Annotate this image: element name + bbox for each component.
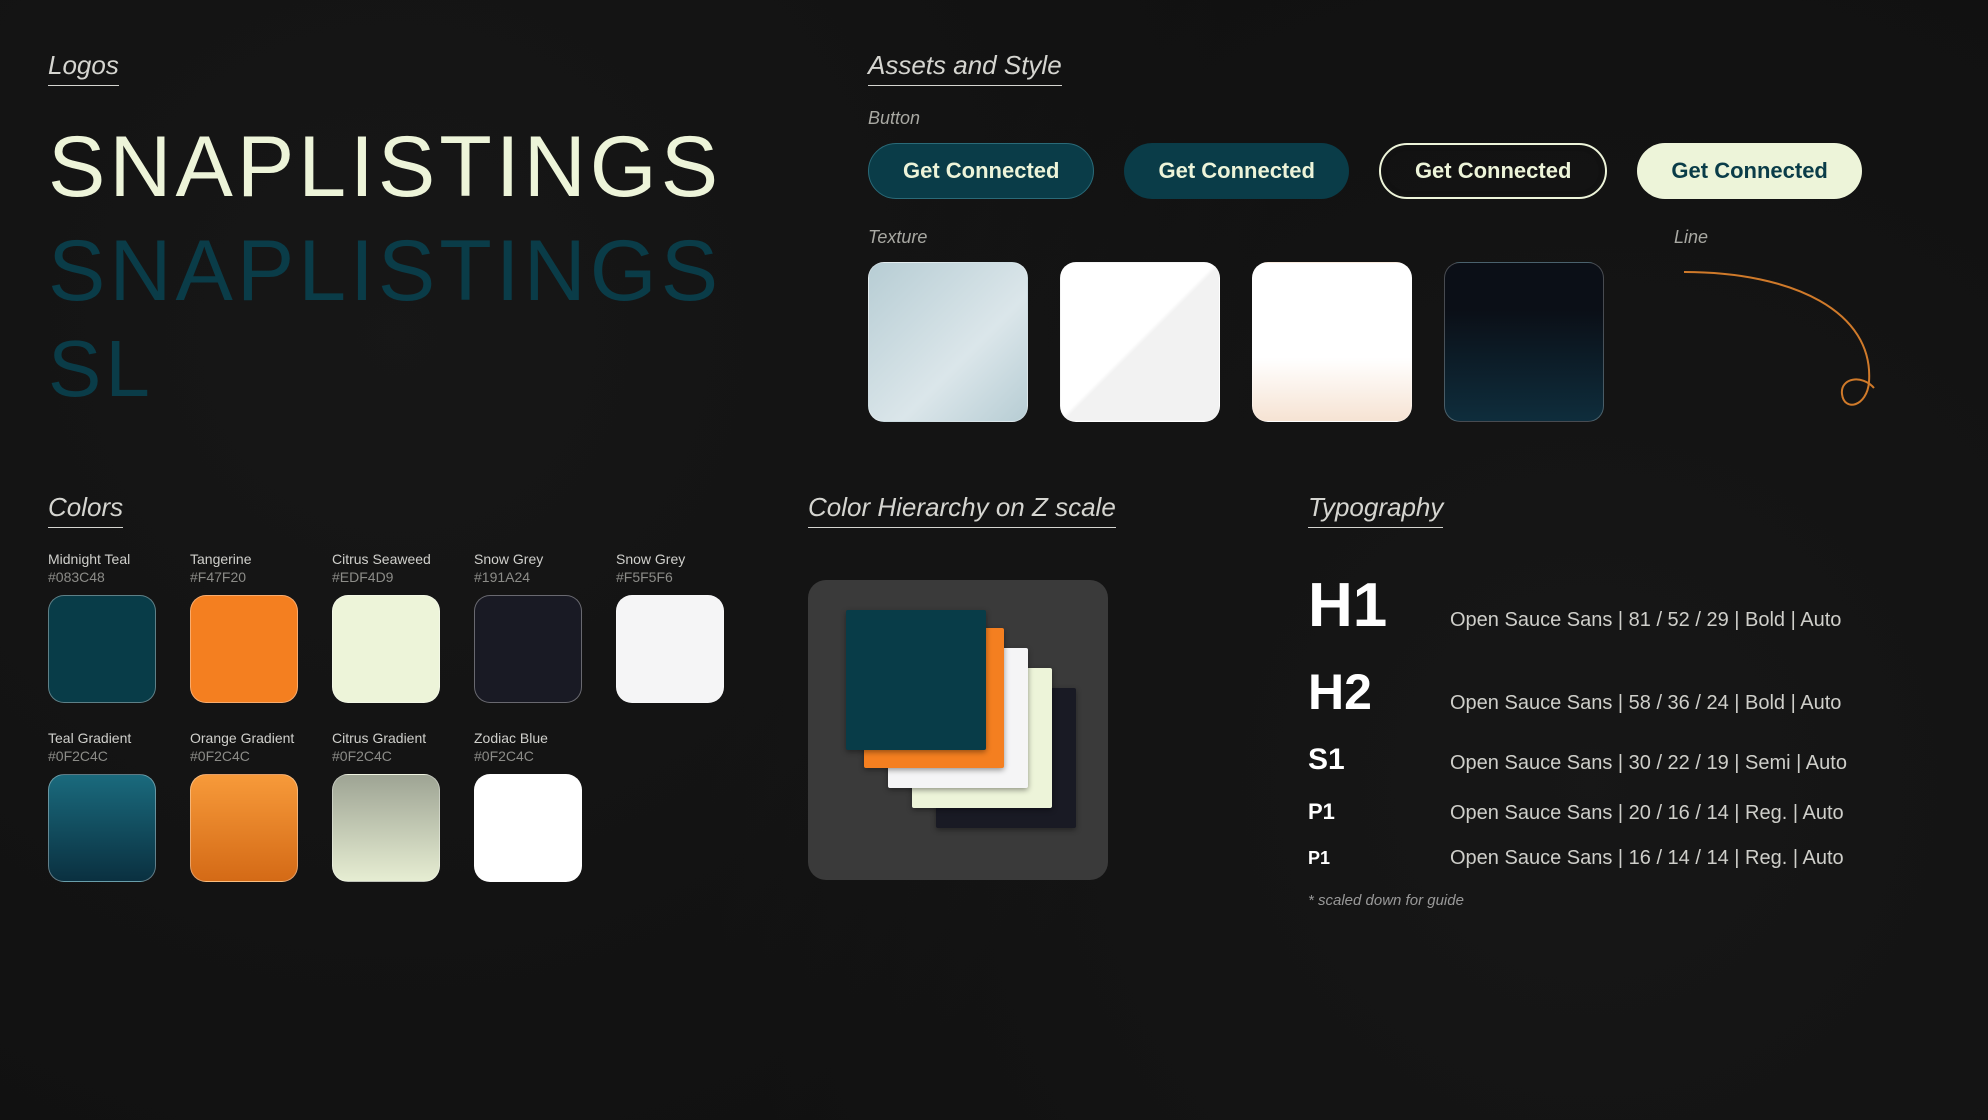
color-swatch-cell: Citrus Seaweed#EDF4D9	[332, 550, 440, 703]
section-label-hierarchy: Color Hierarchy on Z scale	[808, 492, 1116, 528]
color-hex: #0F2C4C	[332, 748, 440, 764]
logo-wordmark-teal: SNAPLISTINGS	[48, 226, 828, 316]
section-label-assets: Assets and Style	[868, 50, 1062, 86]
color-name: Snow Grey	[616, 550, 724, 569]
color-hex: #0F2C4C	[190, 748, 298, 764]
typography-row: P1 Open Sauce Sans | 20 / 16 / 14 | Reg. …	[1308, 799, 1940, 825]
sublabel-line: Line	[1674, 227, 1894, 248]
color-swatch-cell: Orange Gradient#0F2C4C	[190, 729, 298, 882]
button-variant-cream[interactable]: Get Connected	[1637, 143, 1861, 199]
texture-swatch	[868, 262, 1028, 422]
button-variant-teal-solid[interactable]: Get Connected	[1124, 143, 1348, 199]
color-hex: #EDF4D9	[332, 569, 440, 585]
typography-meta: Open Sauce Sans | 81 / 52 / 29 | Bold | …	[1450, 609, 1841, 632]
color-hex: #F47F20	[190, 569, 298, 585]
color-hex: #083C48	[48, 569, 156, 585]
color-swatch	[190, 595, 298, 703]
color-swatch	[616, 595, 724, 703]
typography-row: P1 Open Sauce Sans | 16 / 14 / 14 | Reg. …	[1308, 847, 1940, 870]
color-swatch-cell: Snow Grey#191A24	[474, 550, 582, 703]
typography-meta: Open Sauce Sans | 58 / 36 / 24 | Bold | …	[1450, 692, 1841, 715]
button-variant-outline[interactable]: Get Connected	[1379, 143, 1607, 199]
texture-row	[868, 262, 1604, 422]
section-label-colors: Colors	[48, 492, 123, 528]
typography-sample: H1	[1308, 570, 1428, 641]
swatch-row: Teal Gradient#0F2C4COrange Gradient#0F2C…	[48, 729, 768, 882]
typography-sample: P1	[1308, 848, 1428, 869]
button-row: Get Connected Get Connected Get Connecte…	[868, 143, 1940, 199]
typography-row: H2 Open Sauce Sans | 58 / 36 / 24 | Bold …	[1308, 663, 1940, 721]
typography-sample: H2	[1308, 663, 1428, 721]
color-name: Midnight Teal	[48, 550, 156, 569]
color-name: Citrus Seaweed	[332, 550, 440, 569]
texture-swatch	[1444, 262, 1604, 422]
typography-row: H1 Open Sauce Sans | 81 / 52 / 29 | Bold …	[1308, 570, 1940, 641]
button-variant-teal-outlined[interactable]: Get Connected	[868, 143, 1094, 199]
texture-swatch	[1252, 262, 1412, 422]
color-swatch	[190, 774, 298, 882]
hierarchy-section: Color Hierarchy on Z scale	[808, 492, 1268, 909]
logos-section: Logos SNAPLISTINGS SNAPLISTINGS SL	[48, 50, 828, 422]
logo-wordmark-light: SNAPLISTINGS	[48, 122, 828, 212]
typography-meta: Open Sauce Sans | 20 / 16 / 14 | Reg. | …	[1450, 802, 1844, 825]
color-swatch	[474, 774, 582, 882]
color-swatch	[474, 595, 582, 703]
sublabel-texture: Texture	[868, 227, 1604, 248]
color-swatch-cell: Citrus Gradient#0F2C4C	[332, 729, 440, 882]
section-label-typography: Typography	[1308, 492, 1443, 528]
color-name: Tangerine	[190, 550, 298, 569]
typography-meta: Open Sauce Sans | 30 / 22 / 19 | Semi | …	[1450, 752, 1847, 775]
texture-swatch	[1060, 262, 1220, 422]
typography-section: Typography H1 Open Sauce Sans | 81 / 52 /…	[1308, 492, 1940, 909]
color-name: Snow Grey	[474, 550, 582, 569]
typography-note: * scaled down for guide	[1308, 892, 1940, 909]
color-name: Zodiac Blue	[474, 729, 582, 748]
color-hex: #0F2C4C	[474, 748, 582, 764]
assets-section: Assets and Style Button Get Connected Ge…	[868, 50, 1940, 422]
color-hex: #F5F5F6	[616, 569, 724, 585]
typography-row: S1 Open Sauce Sans | 30 / 22 / 19 | Semi …	[1308, 743, 1940, 777]
hierarchy-stack	[808, 580, 1108, 880]
typography-sample: S1	[1308, 743, 1428, 777]
color-swatch-cell: Tangerine#F47F20	[190, 550, 298, 703]
line-arc-icon	[1674, 262, 1894, 422]
color-swatch-cell: Zodiac Blue#0F2C4C	[474, 729, 582, 882]
colors-section: Colors Midnight Teal#083C48 Tangerine#F47…	[48, 492, 768, 909]
color-swatch	[48, 595, 156, 703]
color-swatch-cell: Midnight Teal#083C48	[48, 550, 156, 703]
sublabel-button: Button	[868, 108, 1940, 129]
color-hex: #191A24	[474, 569, 582, 585]
color-swatch	[332, 595, 440, 703]
section-label-logos: Logos	[48, 50, 119, 86]
typography-meta: Open Sauce Sans | 16 / 14 / 14 | Reg. | …	[1450, 847, 1844, 870]
color-swatch-cell: Teal Gradient#0F2C4C	[48, 729, 156, 882]
typography-sample: P1	[1308, 799, 1428, 825]
color-swatch-cell: Snow Grey#F5F5F6	[616, 550, 724, 703]
color-name: Orange Gradient	[190, 729, 298, 748]
color-name: Teal Gradient	[48, 729, 156, 748]
color-swatch	[332, 774, 440, 882]
swatch-row: Midnight Teal#083C48 Tangerine#F47F20 Citr…	[48, 550, 768, 703]
hierarchy-layer	[846, 610, 986, 750]
color-swatch	[48, 774, 156, 882]
logo-monogram: SL	[48, 323, 828, 415]
color-hex: #0F2C4C	[48, 748, 156, 764]
color-name: Citrus Gradient	[332, 729, 440, 748]
